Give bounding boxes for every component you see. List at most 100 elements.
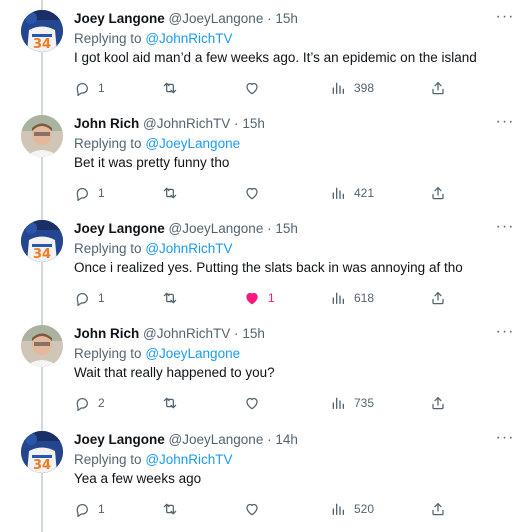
author-handle[interactable]: @JoeyLangone xyxy=(169,221,264,236)
separator-dot: · xyxy=(267,432,272,447)
author-name[interactable]: Joey Langone xyxy=(74,432,165,447)
like-icon xyxy=(244,395,260,411)
tweet-text: Yea a few weeks ago xyxy=(74,471,202,486)
tweet-actions: 2 735 xyxy=(74,393,454,413)
reply-button[interactable]: 1 xyxy=(74,183,105,203)
share-button[interactable] xyxy=(430,393,446,413)
views-icon xyxy=(330,501,346,517)
views-button[interactable]: 618 xyxy=(330,288,374,308)
replying-to: Replying to @JoeyLangone xyxy=(74,135,240,153)
tweet-text: Bet it was pretty funny tho xyxy=(74,155,230,170)
tweet-header: Joey Langone @JoeyLangone · 15h xyxy=(74,220,298,238)
replying-to: Replying to @JoeyLangone xyxy=(74,345,240,363)
reply-button[interactable]: 1 xyxy=(74,78,105,98)
replying-to-mention[interactable]: @JohnRichTV xyxy=(145,452,232,467)
share-icon xyxy=(430,501,446,517)
tweet-header: Joey Langone @JoeyLangone · 15h xyxy=(74,10,298,28)
replying-to-mention[interactable]: @JoeyLangone xyxy=(145,136,240,151)
replying-to-label: Replying to xyxy=(74,346,142,361)
views-count: 735 xyxy=(354,396,375,410)
author-name[interactable]: John Rich xyxy=(74,326,139,341)
reply-button[interactable]: 1 xyxy=(74,499,105,519)
avatar[interactable] xyxy=(21,115,63,157)
retweet-button[interactable] xyxy=(162,78,186,98)
author-handle[interactable]: @JohnRichTV xyxy=(143,326,230,341)
tweet-5[interactable]: 34 Joey Langone @JoeyLangone · 14h ··· R… xyxy=(0,421,527,526)
retweet-button[interactable] xyxy=(162,393,186,413)
more-icon[interactable]: ··· xyxy=(495,430,515,449)
retweet-button[interactable] xyxy=(162,499,186,519)
more-icon[interactable]: ··· xyxy=(495,114,515,133)
more-icon[interactable]: ··· xyxy=(495,219,515,238)
tweet-2[interactable]: John Rich @JohnRichTV · 15h ··· Replying… xyxy=(0,105,527,210)
share-button[interactable] xyxy=(430,183,446,203)
like-button[interactable] xyxy=(244,78,268,98)
tweet-4[interactable]: John Rich @JohnRichTV · 15h ··· Replying… xyxy=(0,315,527,420)
separator-dot: · xyxy=(267,11,272,26)
replying-to: Replying to @JohnRichTV xyxy=(74,451,233,469)
retweet-button[interactable] xyxy=(162,288,186,308)
tweet-text: I got kool aid man’d a few weeks ago. It… xyxy=(74,50,477,65)
like-button[interactable]: 1 xyxy=(244,288,275,308)
separator-dot: · xyxy=(234,116,239,131)
share-button[interactable] xyxy=(430,288,446,308)
separator-dot: · xyxy=(267,221,272,236)
replying-to: Replying to @JohnRichTV xyxy=(74,30,233,48)
timestamp[interactable]: 15h xyxy=(242,116,265,131)
tweet-actions: 1 421 xyxy=(74,183,454,203)
replying-to-mention[interactable]: @JoeyLangone xyxy=(145,346,240,361)
author-name[interactable]: Joey Langone xyxy=(74,11,165,26)
reply-count: 1 xyxy=(98,502,105,516)
like-button[interactable] xyxy=(244,499,268,519)
tweet-3[interactable]: 34 Joey Langone @JoeyLangone · 15h ··· R… xyxy=(0,210,527,315)
replying-to-mention[interactable]: @JohnRichTV xyxy=(145,241,232,256)
tweet-1[interactable]: 34 Joey Langone @JoeyLangone · 15h ··· R… xyxy=(0,0,527,105)
avatar[interactable] xyxy=(21,325,63,367)
retweet-button[interactable] xyxy=(162,183,186,203)
share-button[interactable] xyxy=(430,78,446,98)
more-icon[interactable]: ··· xyxy=(495,324,515,343)
views-button[interactable]: 520 xyxy=(330,499,374,519)
replying-to-mention[interactable]: @JohnRichTV xyxy=(145,31,232,46)
author-handle[interactable]: @JoeyLangone xyxy=(169,11,264,26)
author-name[interactable]: Joey Langone xyxy=(74,221,165,236)
tweet-header: Joey Langone @JoeyLangone · 14h xyxy=(74,431,298,449)
reply-button[interactable]: 2 xyxy=(74,393,105,413)
like-icon xyxy=(244,501,260,517)
more-icon[interactable]: ··· xyxy=(495,9,515,28)
share-button[interactable] xyxy=(430,499,446,519)
replying-to-label: Replying to xyxy=(74,452,142,467)
reply-button[interactable]: 1 xyxy=(74,288,105,308)
timestamp[interactable]: 15h xyxy=(275,11,298,26)
replying-to-label: Replying to xyxy=(74,136,142,151)
avatar[interactable]: 34 xyxy=(21,220,63,262)
tweet-actions: 1 398 xyxy=(74,78,454,98)
tweet-text: Wait that really happened to you? xyxy=(74,365,275,380)
share-icon xyxy=(430,395,446,411)
separator-dot: · xyxy=(234,326,239,341)
replying-to-label: Replying to xyxy=(74,31,142,46)
reply-icon xyxy=(74,501,90,517)
timestamp[interactable]: 15h xyxy=(275,221,298,236)
share-icon xyxy=(430,290,446,306)
timestamp[interactable]: 15h xyxy=(242,326,265,341)
avatar[interactable]: 34 xyxy=(21,10,63,52)
views-icon xyxy=(330,395,346,411)
reply-count: 1 xyxy=(98,186,105,200)
avatar[interactable]: 34 xyxy=(21,431,63,473)
timestamp[interactable]: 14h xyxy=(275,432,298,447)
reply-icon xyxy=(74,395,90,411)
author-handle[interactable]: @JoeyLangone xyxy=(169,432,264,447)
author-name[interactable]: John Rich xyxy=(74,116,139,131)
like-count: 1 xyxy=(268,291,275,305)
views-button[interactable]: 421 xyxy=(330,183,374,203)
share-icon xyxy=(430,185,446,201)
like-button[interactable] xyxy=(244,393,268,413)
views-button[interactable]: 398 xyxy=(330,78,374,98)
author-handle[interactable]: @JohnRichTV xyxy=(143,116,230,131)
like-button[interactable] xyxy=(244,183,268,203)
tweet-actions: 1 520 xyxy=(74,499,454,519)
svg-text:34: 34 xyxy=(33,37,51,52)
retweet-icon xyxy=(162,80,178,96)
views-button[interactable]: 735 xyxy=(330,393,374,413)
